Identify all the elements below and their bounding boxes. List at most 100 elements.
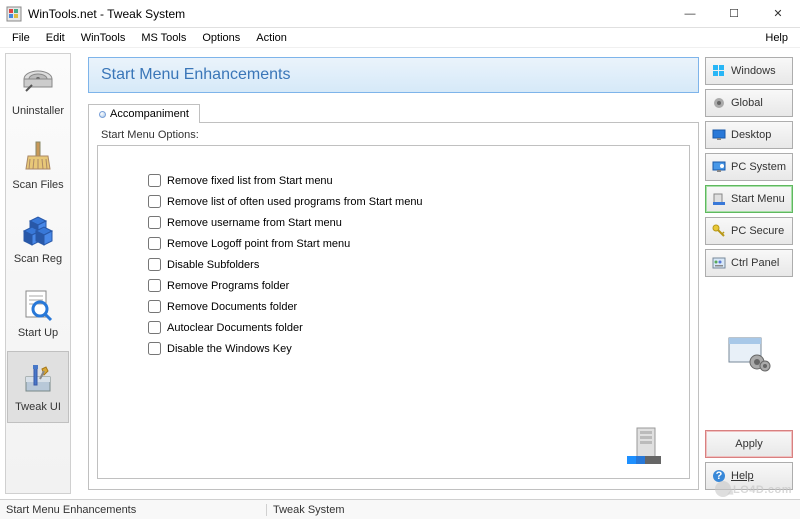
category-pcsecure[interactable]: PC Secure — [705, 217, 793, 245]
app-icon — [6, 6, 22, 22]
option-checkbox[interactable] — [148, 342, 161, 355]
sidebar-item-scanreg[interactable]: Scan Reg — [7, 203, 69, 275]
option-label: Remove Logoff point from Start menu — [167, 238, 350, 250]
category-label: Desktop — [731, 129, 771, 141]
category-label: PC Secure — [731, 225, 784, 237]
sidebar-item-label: Scan Reg — [14, 253, 62, 265]
page-title-banner: Start Menu Enhancements — [88, 57, 699, 93]
category-global[interactable]: Global — [705, 89, 793, 117]
sidebar-item-label: Start Up — [18, 327, 58, 339]
category-label: Windows — [731, 65, 776, 77]
option-label: Remove username from Start menu — [167, 217, 342, 229]
toolbox-icon — [20, 361, 56, 397]
minimize-button[interactable]: — — [668, 0, 712, 28]
menu-action[interactable]: Action — [248, 30, 295, 46]
tab-accompaniment[interactable]: Accompaniment — [88, 104, 200, 123]
tab-label: Accompaniment — [110, 108, 189, 120]
option-label: Disable Subfolders — [167, 259, 259, 271]
monitor-icon — [712, 128, 726, 142]
hdd-icon — [20, 65, 56, 101]
category-label: PC System — [731, 161, 786, 173]
settings-decoration-icon — [725, 334, 773, 374]
option-row: Autoclear Documents folder — [148, 321, 677, 334]
group-label: Start Menu Options: — [97, 129, 203, 141]
option-label: Remove Programs folder — [167, 280, 289, 292]
pc-system-icon — [712, 160, 726, 174]
panel-icon — [712, 256, 726, 270]
startmenu-large-icon — [617, 426, 665, 466]
option-label: Remove fixed list from Start menu — [167, 175, 333, 187]
options-frame: Remove fixed list from Start menu Remove… — [97, 145, 690, 479]
title-bar: WinTools.net - Tweak System — ☐ ✕ — [0, 0, 800, 28]
sidebar-item-scanfiles[interactable]: Scan Files — [7, 129, 69, 201]
menu-mstools[interactable]: MS Tools — [133, 30, 194, 46]
option-label: Remove Documents folder — [167, 301, 297, 313]
left-toolbar: Uninstaller Scan Files Scan Reg Start Up… — [5, 53, 71, 494]
options-groupbox: Start Menu Options: Remove fixed list fr… — [88, 122, 699, 490]
option-row: Remove Documents folder — [148, 300, 677, 313]
menu-help[interactable]: Help — [757, 30, 796, 46]
option-checkbox[interactable] — [148, 216, 161, 229]
sidebar-item-label: Tweak UI — [15, 401, 61, 413]
option-checkbox[interactable] — [148, 237, 161, 250]
option-checkbox[interactable] — [148, 258, 161, 271]
option-row: Remove fixed list from Start menu — [148, 174, 677, 187]
category-ctrlpanel[interactable]: Ctrl Panel — [705, 249, 793, 277]
tab-row: Accompaniment — [88, 103, 699, 122]
menu-bar: File Edit WinTools MS Tools Options Acti… — [0, 28, 800, 48]
menu-file[interactable]: File — [4, 30, 38, 46]
category-label: Global — [731, 97, 763, 109]
help-label: Help — [731, 470, 754, 482]
help-icon: ? — [712, 469, 726, 483]
option-row: Disable Subfolders — [148, 258, 677, 271]
sidebar-item-tweakui[interactable]: Tweak UI — [7, 351, 69, 423]
option-row: Disable the Windows Key — [148, 342, 677, 355]
category-startmenu[interactable]: Start Menu — [705, 185, 793, 213]
option-row: Remove Programs folder — [148, 279, 677, 292]
help-button[interactable]: ? Help — [705, 462, 793, 490]
gear-icon — [712, 96, 726, 110]
option-label: Autoclear Documents folder — [167, 322, 303, 334]
menu-options[interactable]: Options — [194, 30, 248, 46]
category-windows[interactable]: Windows — [705, 57, 793, 85]
menu-edit[interactable]: Edit — [38, 30, 73, 46]
maximize-button[interactable]: ☐ — [712, 0, 756, 28]
option-checkbox[interactable] — [148, 279, 161, 292]
status-right: Tweak System — [266, 504, 794, 516]
key-icon — [712, 224, 726, 238]
category-desktop[interactable]: Desktop — [705, 121, 793, 149]
category-pcsystem[interactable]: PC System — [705, 153, 793, 181]
option-checkbox[interactable] — [148, 300, 161, 313]
category-label: Ctrl Panel — [731, 257, 779, 269]
window-controls: — ☐ ✕ — [668, 0, 800, 28]
cubes-icon — [20, 213, 56, 249]
svg-text:?: ? — [716, 470, 723, 482]
startmenu-icon — [712, 192, 726, 206]
option-checkbox[interactable] — [148, 321, 161, 334]
option-label: Remove list of often used programs from … — [167, 196, 423, 208]
menu-wintools[interactable]: WinTools — [73, 30, 134, 46]
option-row: Remove list of often used programs from … — [148, 195, 677, 208]
status-left: Start Menu Enhancements — [6, 504, 266, 516]
sidebar-item-label: Uninstaller — [12, 105, 64, 117]
category-label: Start Menu — [731, 193, 785, 205]
option-row: Remove username from Start menu — [148, 216, 677, 229]
apply-label: Apply — [735, 438, 763, 450]
search-doc-icon — [20, 287, 56, 323]
option-checkbox[interactable] — [148, 195, 161, 208]
main-panel: Start Menu Enhancements Accompaniment St… — [74, 53, 703, 494]
sidebar-item-uninstaller[interactable]: Uninstaller — [7, 55, 69, 127]
status-bar: Start Menu Enhancements Tweak System — [0, 499, 800, 519]
option-checkbox[interactable] — [148, 174, 161, 187]
page-title: Start Menu Enhancements — [101, 66, 686, 84]
tab-dot-icon — [99, 111, 106, 118]
broom-icon — [20, 139, 56, 175]
sidebar-item-label: Scan Files — [12, 179, 63, 191]
close-button[interactable]: ✕ — [756, 0, 800, 28]
apply-button[interactable]: Apply — [705, 430, 793, 458]
window-title: WinTools.net - Tweak System — [28, 7, 668, 21]
option-label: Disable the Windows Key — [167, 343, 292, 355]
sidebar-item-startup[interactable]: Start Up — [7, 277, 69, 349]
right-sidebar: Windows Global Desktop PC System Start M… — [703, 53, 795, 494]
windows-icon — [712, 64, 726, 78]
